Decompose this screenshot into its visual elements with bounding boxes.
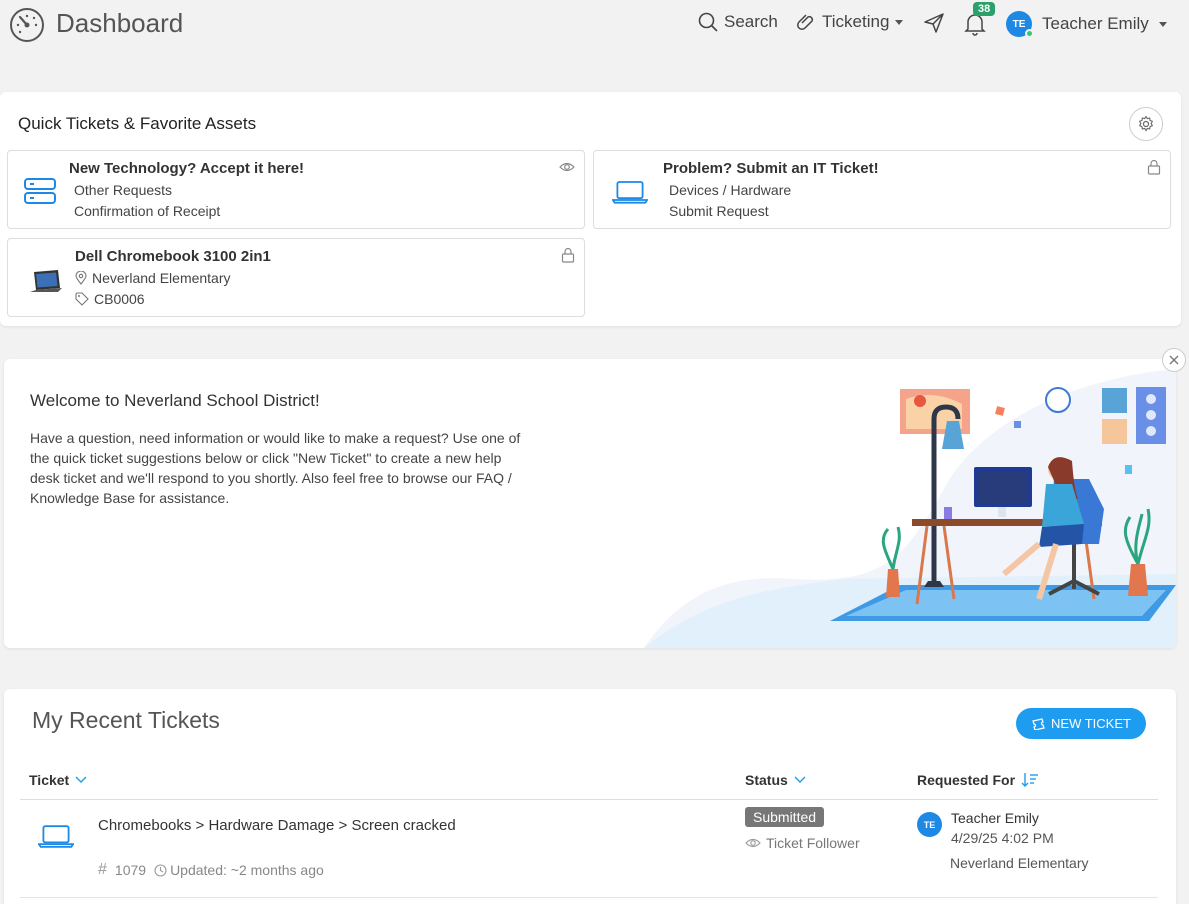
requester-date: 4/29/25 4:02 PM (951, 830, 1054, 846)
avatar: TE (1006, 11, 1034, 38)
user-menu[interactable]: TE Teacher Emily (1006, 11, 1167, 38)
chromebook-image (30, 270, 62, 292)
tickets-icon (1032, 717, 1045, 730)
eye-icon[interactable] (558, 159, 576, 175)
column-header-requested-for[interactable]: Requested For (917, 772, 1039, 788)
avatar: TE (917, 812, 942, 837)
welcome-body: Have a question, need information or wou… (30, 430, 521, 506)
quick-tickets-card: Quick Tickets & Favorite Assets New Tech… (0, 92, 1181, 326)
ticketing-menu[interactable]: Ticketing (796, 12, 904, 32)
lock-icon[interactable] (560, 247, 576, 263)
column-header-status[interactable]: Status (745, 772, 806, 788)
laptop-icon (612, 181, 648, 204)
asset-tag: CB0006 (75, 291, 145, 307)
ticket-meta: # 1079 Updated: ~2 months ago (98, 861, 324, 879)
chevron-down-icon (895, 19, 904, 25)
eye-icon (745, 838, 761, 848)
requester-location: Neverland Elementary (950, 855, 1089, 871)
tile-title: New Technology? Accept it here! (69, 160, 305, 177)
tile-subcategory: Submit Request (669, 203, 769, 219)
column-header-ticket[interactable]: Ticket (29, 772, 87, 788)
hash-icon: # (98, 861, 107, 878)
paperclip-icon (797, 14, 814, 30)
ticket-follower: Ticket Follower (745, 835, 860, 851)
page-title: Dashboard (56, 8, 184, 38)
tag-icon (75, 292, 89, 306)
server-icon (24, 178, 56, 204)
avatar-initials: TE (1012, 18, 1026, 30)
recent-tickets-card: My Recent Tickets NEW TICKET Ticket Stat… (4, 689, 1176, 904)
tile-category: Devices / Hardware (669, 182, 792, 198)
favorite-asset-chromebook[interactable]: Dell Chromebook 3100 2in1 Neverland Elem… (7, 238, 585, 317)
top-bar: Dashboard Search Ticketing 38 TE Teacher… (0, 0, 1189, 48)
sort-chevron-icon (794, 776, 806, 783)
quick-ticket-submit-it-ticket[interactable]: Problem? Submit an IT Ticket! Devices / … (593, 150, 1171, 229)
user-name: Teacher Emily (1042, 14, 1149, 33)
close-icon (1169, 355, 1179, 365)
tile-category: Other Requests (74, 182, 173, 198)
recent-tickets-title: My Recent Tickets (32, 707, 220, 733)
ticket-title[interactable]: Chromebooks > Hardware Damage > Screen c… (98, 817, 456, 834)
tile-title: Dell Chromebook 3100 2in1 (75, 248, 271, 265)
lock-icon[interactable] (1146, 159, 1162, 175)
new-ticket-label: NEW TICKET (1051, 716, 1131, 731)
clock-icon (154, 863, 167, 877)
search-button[interactable]: Search (698, 12, 778, 32)
tile-title: Problem? Submit an IT Ticket! (663, 160, 879, 177)
online-status-dot (1025, 29, 1034, 38)
quick-ticket-new-technology[interactable]: New Technology? Accept it here! Other Re… (7, 150, 585, 229)
office-illustration (644, 369, 1176, 648)
ticketing-label: Ticketing (822, 12, 890, 31)
close-banner-button[interactable] (1162, 348, 1186, 372)
row-divider (20, 897, 1158, 898)
notification-badge: 38 (973, 2, 996, 16)
sort-chevron-icon (75, 776, 87, 783)
requester-name: Teacher Emily (951, 810, 1039, 826)
status-badge: Submitted (745, 807, 825, 827)
table-header-divider (20, 799, 1158, 800)
ticket-updated: Updated: ~2 months ago (170, 862, 324, 878)
asset-location: Neverland Elementary (75, 270, 231, 286)
laptop-icon (38, 825, 74, 848)
quick-tickets-title: Quick Tickets & Favorite Assets (18, 114, 257, 133)
send-icon[interactable] (923, 12, 945, 34)
chevron-down-icon (1158, 21, 1167, 27)
search-label: Search (724, 12, 778, 31)
ticket-number: 1079 (114, 862, 147, 878)
dashboard-gauge-icon[interactable] (8, 6, 46, 44)
sort-descending-icon (1021, 773, 1039, 787)
map-pin-icon (75, 271, 87, 285)
search-icon (698, 12, 718, 32)
new-ticket-button[interactable]: NEW TICKET (1016, 708, 1146, 739)
welcome-title: Welcome to Neverland School District! (30, 391, 320, 410)
settings-button[interactable] (1129, 107, 1163, 141)
tile-subcategory: Confirmation of Receipt (74, 203, 221, 219)
gear-icon (1138, 115, 1154, 132)
welcome-banner: Welcome to Neverland School District! Ha… (4, 359, 1176, 648)
